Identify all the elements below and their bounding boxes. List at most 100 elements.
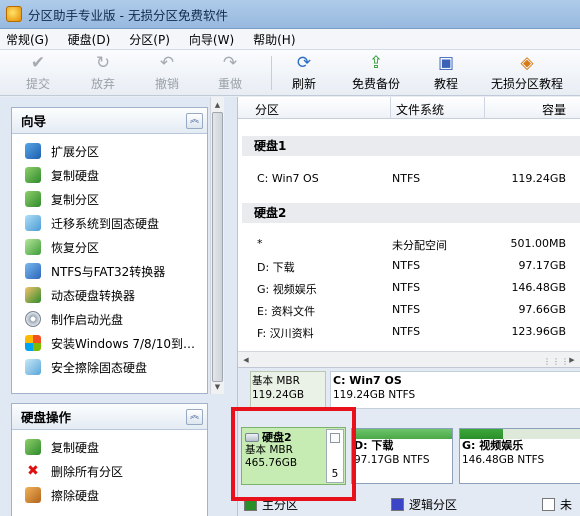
discard-button[interactable]: ↻ 放弃 bbox=[91, 53, 115, 93]
primary-swatch bbox=[244, 498, 257, 511]
legend-logical: 逻辑分区 bbox=[391, 496, 457, 513]
right-pane: 分区 文件系统 容量 硬盘1 C: Win7 OS NTFS 119.24GB … bbox=[238, 97, 580, 516]
wizard-item-wipe-ssd[interactable]: 安全擦除固态硬盘 bbox=[12, 355, 207, 379]
partition-name: C: Win7 OS bbox=[257, 172, 319, 185]
partition-block-g[interactable]: G: 视频娱乐 146.48GB NTFS bbox=[459, 428, 580, 484]
disk-op-label: 复制硬盘 bbox=[51, 440, 100, 455]
scroll-left-arrow-icon[interactable]: ◀ bbox=[240, 354, 252, 366]
disk1-size: 119.24GB bbox=[252, 389, 305, 401]
partition-block-d[interactable]: D: 下载 97.17GB NTFS bbox=[351, 428, 453, 484]
partition-name: D: 下载 bbox=[257, 261, 295, 274]
wizard-item-copy-disk[interactable]: 复制硬盘 bbox=[12, 163, 207, 187]
disk2-group-header[interactable]: 硬盘2 bbox=[242, 203, 580, 223]
redo-icon: ↷ bbox=[222, 53, 238, 73]
scroll-up-arrow-icon[interactable]: ▲ bbox=[211, 98, 224, 111]
commit-label: 提交 bbox=[26, 77, 51, 91]
delete-icon: ✖ bbox=[25, 463, 41, 479]
partition-name: * bbox=[257, 237, 263, 250]
partition-fs: NTFS bbox=[392, 325, 421, 338]
window-title: 分区助手专业版 - 无损分区免费软件 bbox=[28, 7, 228, 23]
wizard-item-install-windows[interactable]: 安装Windows 7/8/10到… bbox=[12, 331, 207, 355]
refresh-icon: ⟳ bbox=[296, 53, 312, 73]
menu-help[interactable]: 帮助(H) bbox=[253, 31, 295, 48]
wizard-item-label: NTFS与FAT32转换器 bbox=[51, 264, 166, 279]
table-horizontal-scrollbar[interactable]: ◀ ⋮⋮⋮ ▶ bbox=[238, 351, 580, 368]
partition-block-c[interactable]: C: Win7 OS 119.24GB NTFS bbox=[330, 371, 580, 409]
disk1-type: 基本 MBR bbox=[252, 375, 300, 387]
legend-primary: 主分区 bbox=[244, 496, 298, 513]
partition-tutorial-button[interactable]: ◈ 无损分区教程 bbox=[491, 53, 563, 93]
redo-button[interactable]: ↷ 重做 bbox=[218, 53, 242, 93]
disk-op-delete-all[interactable]: ✖ 删除所有分区 bbox=[12, 459, 207, 483]
scroll-right-arrow-icon[interactable]: ▶ bbox=[566, 354, 578, 366]
undo-button[interactable]: ↶ 撤销 bbox=[155, 53, 179, 93]
table-row[interactable]: C: Win7 OS NTFS 119.24GB bbox=[238, 168, 580, 190]
refresh-button[interactable]: ⟳ 刷新 bbox=[292, 53, 316, 93]
unallocated-block[interactable]: 5 bbox=[326, 429, 344, 483]
partition-name: F: 汉川资料 bbox=[257, 327, 314, 340]
copy-disk-icon bbox=[25, 167, 41, 183]
undo-icon: ↶ bbox=[159, 53, 175, 73]
wizard-item-migrate-os[interactable]: 迁移系统到固态硬盘 bbox=[12, 211, 207, 235]
refresh-label: 刷新 bbox=[292, 77, 317, 91]
legend: 主分区 逻辑分区 未 bbox=[238, 492, 580, 516]
disk-ops-panel-header: 硬盘操作 ︽ bbox=[12, 404, 207, 430]
partition-tutorial-label: 无损分区教程 bbox=[491, 77, 564, 91]
unallocated-swatch bbox=[542, 498, 555, 511]
partition-block-info: 97.17GB NTFS bbox=[354, 454, 430, 466]
table-row[interactable]: * 未分配空间 501.00MB bbox=[238, 233, 580, 255]
logical-swatch bbox=[391, 498, 404, 511]
collapse-disk-ops-button[interactable]: ︽ bbox=[186, 408, 203, 425]
menu-wizard[interactable]: 向导(W) bbox=[189, 31, 234, 48]
col-capacity-header[interactable]: 容量 bbox=[542, 101, 566, 118]
table-row[interactable]: D: 下载 NTFS 97.17GB bbox=[238, 255, 580, 277]
menu-partition[interactable]: 分区(P) bbox=[129, 31, 170, 48]
unallocated-checkbox[interactable] bbox=[330, 433, 340, 443]
convert-fs-icon bbox=[25, 263, 41, 279]
usage-track bbox=[460, 429, 580, 439]
scroll-down-arrow-icon[interactable]: ▼ bbox=[211, 380, 224, 393]
free-backup-button[interactable]: ⇪ 免费备份 bbox=[352, 53, 400, 93]
menu-disk[interactable]: 硬盘(D) bbox=[68, 31, 111, 48]
wizard-item-copy-partition[interactable]: 复制分区 bbox=[12, 187, 207, 211]
usage-bar bbox=[352, 429, 452, 439]
tutorial-button[interactable]: ▣ 教程 bbox=[434, 53, 458, 93]
scrollbar-thumb[interactable] bbox=[212, 112, 223, 382]
unallocated-label: 5 bbox=[331, 468, 339, 480]
wizard-item-extend[interactable]: 扩展分区 bbox=[12, 139, 207, 163]
commit-button[interactable]: ✔ 提交 bbox=[26, 53, 50, 93]
table-row[interactable]: G: 视频娱乐 NTFS 146.48GB bbox=[238, 277, 580, 299]
wizard-item-label: 复制硬盘 bbox=[51, 168, 100, 183]
column-divider bbox=[390, 97, 391, 119]
wizard-item-recover[interactable]: 恢复分区 bbox=[12, 235, 207, 259]
partition-block-info: 119.24GB NTFS bbox=[333, 389, 416, 401]
disk-op-copy-disk[interactable]: 复制硬盘 bbox=[12, 435, 207, 459]
wizard-item-label: 制作启动光盘 bbox=[51, 312, 124, 327]
wizard-item-ntfs-fat32[interactable]: NTFS与FAT32转换器 bbox=[12, 259, 207, 283]
table-row[interactable]: E: 资料文件 NTFS 97.66GB bbox=[238, 299, 580, 321]
disk-ops-panel-title: 硬盘操作 bbox=[21, 410, 72, 425]
title-bar: 分区助手专业版 - 无损分区免费软件 bbox=[0, 0, 580, 29]
table-row[interactable]: F: 汉川资料 NTFS 123.96GB bbox=[238, 321, 580, 343]
tutorial-label: 教程 bbox=[434, 77, 459, 91]
col-filesystem-header[interactable]: 文件系统 bbox=[396, 101, 444, 118]
toolbar-separator bbox=[271, 56, 272, 90]
left-pane: 向导 ︽ 扩展分区 复制硬盘 复制分区 迁移系统到固态硬盘 恢复分区 NTFS与… bbox=[0, 97, 238, 516]
collapse-wizard-button[interactable]: ︽ bbox=[186, 112, 203, 129]
disk1-group-header[interactable]: 硬盘1 bbox=[242, 136, 580, 156]
wizard-item-dynamic-disk[interactable]: 动态硬盘转换器 bbox=[12, 283, 207, 307]
partition-tutorial-icon: ◈ bbox=[520, 53, 534, 73]
discard-label: 放弃 bbox=[91, 77, 116, 91]
wizard-item-boot-cd[interactable]: 制作启动光盘 bbox=[12, 307, 207, 331]
disk-op-wipe-disk[interactable]: 擦除硬盘 bbox=[12, 483, 207, 507]
copy-disk-icon bbox=[25, 439, 41, 455]
partition-size: 501.00MB bbox=[510, 237, 566, 250]
disk1-map-info[interactable]: 基本 MBR 119.24GB bbox=[250, 371, 326, 409]
recover-partition-icon bbox=[25, 239, 41, 255]
partition-fs: NTFS bbox=[392, 259, 421, 272]
col-partition-header[interactable]: 分区 bbox=[255, 101, 279, 118]
wizard-item-label: 扩展分区 bbox=[51, 144, 100, 159]
left-pane-scrollbar[interactable]: ▲ ▼ bbox=[210, 97, 224, 394]
menu-general[interactable]: 常规(G) bbox=[6, 31, 49, 48]
partition-size: 97.66GB bbox=[518, 303, 566, 316]
